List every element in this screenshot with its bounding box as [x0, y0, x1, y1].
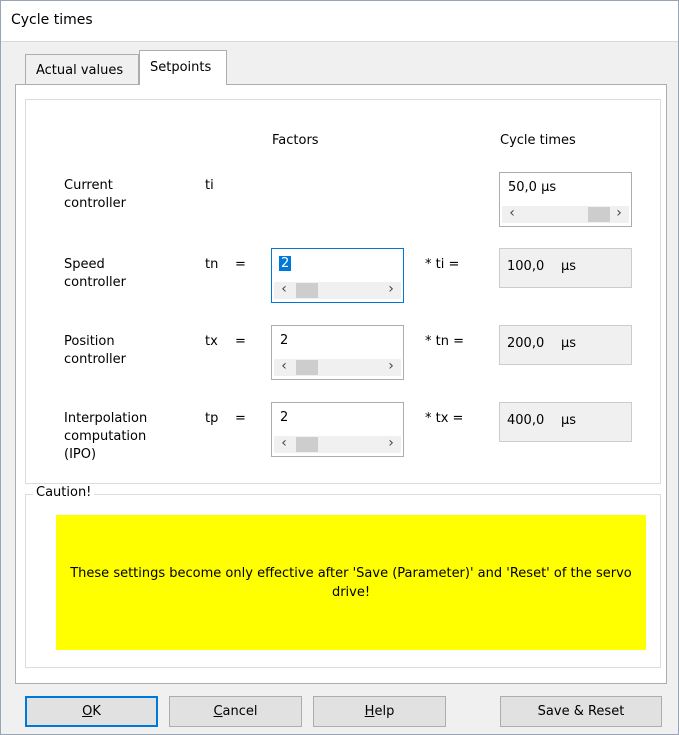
ti-symbol: ti: [205, 178, 214, 193]
window-title: Cycle times: [11, 12, 93, 28]
speed-cycle-time-readout: 100,0 µs: [499, 248, 632, 288]
ipo-factor-value[interactable]: 2: [280, 410, 288, 425]
cycle-times-header: Cycle times: [500, 133, 576, 148]
cancel-mnemonic: C: [213, 704, 223, 719]
scrollbar-thumb[interactable]: [296, 437, 318, 452]
position-cycle-time-unit: µs: [561, 336, 577, 351]
ok-button[interactable]: OK: [25, 696, 158, 727]
speed-factor-scrollbar[interactable]: ‹ ›: [274, 281, 401, 299]
ipo-factor-spinner[interactable]: 2 ‹ ›: [271, 402, 404, 457]
save-reset-button[interactable]: Save & Reset: [500, 696, 662, 727]
cancel-button[interactable]: Cancel: [169, 696, 302, 727]
speed-cycle-time-value: 100,0: [507, 259, 545, 274]
tx-symbol: tx: [205, 334, 218, 349]
scroll-right-icon[interactable]: ›: [611, 205, 627, 222]
ipo-factor-scrollbar[interactable]: ‹ ›: [274, 435, 401, 453]
factors-header: Factors: [272, 133, 319, 148]
tp-symbol: tp: [205, 411, 219, 426]
position-factor-spinner[interactable]: 2 ‹ ›: [271, 325, 404, 380]
cycle-times-dialog: Cycle times Actual values Setpoints Fact…: [0, 0, 679, 735]
current-cycle-time-scrollbar[interactable]: ‹ ›: [502, 205, 629, 223]
scroll-right-icon[interactable]: ›: [383, 435, 399, 452]
current-controller-label: Current controller: [64, 178, 127, 211]
scroll-right-icon[interactable]: ›: [383, 358, 399, 375]
title-bar: Cycle times: [1, 1, 678, 42]
scroll-left-icon[interactable]: ‹: [276, 358, 292, 375]
ipo-label: Interpolation computation (IPO): [64, 411, 148, 462]
ipo-cycle-time-readout: 400,0 µs: [499, 402, 632, 442]
ipo-cycle-time-value: 400,0: [507, 413, 545, 428]
current-cycle-time-spinner[interactable]: 50,0 µs ‹ ›: [499, 172, 632, 227]
tx-equals: =: [235, 334, 246, 349]
caution-message: These settings become only effective aft…: [56, 515, 646, 650]
position-cycle-time-value: 200,0: [507, 336, 545, 351]
position-factor-value[interactable]: 2: [280, 333, 288, 348]
tab-actual-values-label: Actual values: [36, 63, 124, 78]
position-cycle-time-readout: 200,0 µs: [499, 325, 632, 365]
ok-label-rest: K: [92, 704, 101, 719]
caution-legend: Caution!: [33, 485, 95, 500]
speed-factor-spinner[interactable]: 2 ‹ ›: [271, 248, 404, 303]
help-button[interactable]: Help: [313, 696, 446, 727]
scroll-left-icon[interactable]: ‹: [504, 205, 520, 222]
tab-setpoints[interactable]: Setpoints: [139, 50, 227, 85]
speed-factor-value[interactable]: 2: [279, 256, 292, 271]
speed-controller-label: Speed controller: [64, 257, 127, 290]
scrollbar-thumb[interactable]: [296, 360, 318, 375]
ipo-cycle-time-unit: µs: [561, 413, 577, 428]
help-label-rest: elp: [374, 704, 395, 719]
position-factor-scrollbar[interactable]: ‹ ›: [274, 358, 401, 376]
position-multiplier: * tn =: [425, 334, 464, 349]
tab-setpoints-label: Setpoints: [150, 60, 212, 75]
scrollbar-thumb[interactable]: [296, 283, 318, 298]
speed-multiplier: * ti =: [425, 257, 460, 272]
position-controller-label: Position controller: [64, 334, 127, 367]
scrollbar-thumb[interactable]: [588, 207, 610, 222]
tab-actual-values[interactable]: Actual values: [25, 54, 139, 84]
scroll-left-icon[interactable]: ‹: [276, 435, 292, 452]
tn-symbol: tn: [205, 257, 219, 272]
ipo-multiplier: * tx =: [425, 411, 464, 426]
current-cycle-time-value: 50,0 µs: [508, 180, 557, 195]
help-mnemonic: H: [364, 704, 375, 719]
tn-equals: =: [235, 257, 246, 272]
speed-cycle-time-unit: µs: [561, 259, 577, 274]
caution-message-text: These settings become only effective aft…: [70, 565, 632, 600]
scroll-left-icon[interactable]: ‹: [276, 281, 292, 298]
ok-mnemonic: O: [82, 704, 93, 719]
tp-equals: =: [235, 411, 246, 426]
cancel-label-rest: ancel: [222, 704, 258, 719]
scroll-right-icon[interactable]: ›: [383, 281, 399, 298]
